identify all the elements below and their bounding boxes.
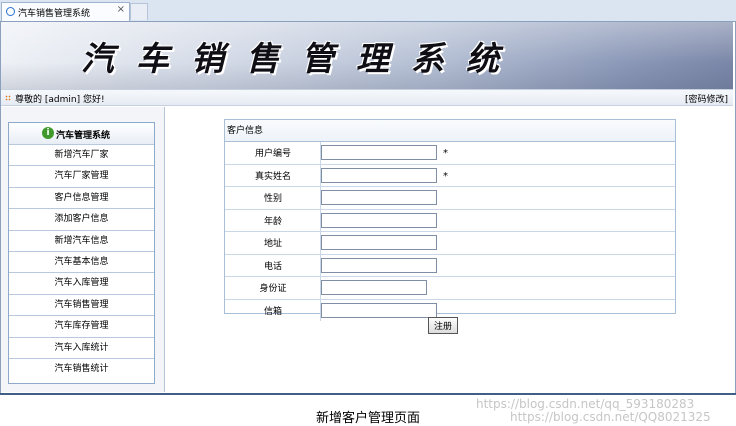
form-row-real-name: 真实姓名 * — [225, 164, 675, 187]
form-title: 客户信息 — [227, 126, 264, 136]
gender-label: 性别 — [263, 194, 282, 204]
age-input[interactable] — [321, 212, 437, 228]
form-row-user-id: 用户编号 * — [225, 142, 675, 165]
required-mark: * — [443, 148, 448, 159]
gender-input[interactable] — [321, 190, 437, 205]
form-row-age: 年龄 — [225, 209, 675, 232]
email-label: 信箱 — [263, 306, 282, 317]
bottom-border — [0, 393, 736, 395]
sidebar-title: 汽车管理系统 — [56, 131, 111, 141]
sidebar-header: i 汽车管理系统 — [9, 123, 154, 145]
form-row-gender: 性别 — [225, 187, 675, 210]
sidebar-item-add-car[interactable]: 新增汽车信息 — [9, 231, 154, 252]
required-mark: * — [443, 170, 448, 182]
address-label: 地址 — [263, 239, 282, 249]
info-icon: i — [42, 127, 54, 139]
header-banner: 汽车销售管理系统 — [1, 22, 733, 89]
banner-title: 汽车销售管理系统 — [81, 39, 521, 78]
phone-label: 电话 — [263, 261, 282, 272]
sidebar-item-car-info[interactable]: 汽车基本信息 — [9, 252, 154, 274]
user-id-label: 用户编号 — [254, 149, 291, 159]
greeting-bar: 尊敬的 [admin] 您好! [密码修改] — [1, 89, 733, 106]
form-row-address: 地址 — [225, 232, 675, 255]
form-row-id-card: 身份证 — [225, 277, 675, 300]
email-input[interactable] — [321, 302, 437, 318]
browser-tab[interactable]: 汽车销售管理系统 × — [1, 2, 130, 21]
browser-tab-bar: 汽车销售管理系统 × — [0, 0, 736, 22]
dots-icon — [5, 95, 11, 101]
form-header: 客户信息 — [225, 120, 675, 142]
browser-tab-title: 汽车销售管理系统 — [18, 9, 91, 19]
sidebar-item-add-customer[interactable]: 添加客户信息 — [9, 209, 154, 231]
id-card-label: 身份证 — [259, 284, 287, 294]
sidebar-item-stock-in[interactable]: 汽车入库管理 — [9, 273, 154, 295]
form-row-phone: 电话 — [225, 254, 675, 277]
greeting-text: 尊敬的 [admin] 您好! — [15, 95, 105, 105]
sidebar-item-customer-management[interactable]: 客户信息管理 — [9, 188, 154, 210]
sidebar-item-sales-stats[interactable]: 汽车销售统计 — [9, 359, 154, 380]
close-icon[interactable]: × — [117, 4, 125, 15]
change-password-link[interactable]: [密码修改] — [685, 92, 728, 105]
address-input[interactable] — [321, 235, 437, 250]
left-panel-divider — [164, 107, 165, 392]
customer-form: 客户信息 用户编号 * 真实姓名 * 性别 年龄 地址 电话 身份证 信箱 — [224, 119, 676, 321]
sidebar-item-manufacturer-management[interactable]: 汽车厂家管理 — [9, 166, 154, 188]
user-id-input[interactable] — [321, 145, 437, 160]
id-card-input[interactable] — [321, 280, 427, 295]
browser-logo-icon — [6, 7, 15, 16]
phone-input[interactable] — [321, 257, 437, 273]
sidebar-menu: i 汽车管理系统 新增汽车厂家 汽车厂家管理 客户信息管理 添加客户信息 新增汽… — [8, 122, 155, 384]
register-button[interactable]: 注册 — [428, 317, 458, 334]
sidebar-item-stock-in-stats[interactable]: 汽车入库统计 — [9, 338, 154, 359]
figure-caption: 新增客户管理页面 — [315, 411, 420, 426]
sidebar-item-sales[interactable]: 汽车销售管理 — [9, 295, 154, 317]
sidebar-item-add-manufacturer[interactable]: 新增汽车厂家 — [9, 145, 154, 167]
age-label: 年龄 — [263, 216, 282, 227]
real-name-input[interactable] — [321, 167, 437, 183]
real-name-label: 真实姓名 — [254, 171, 291, 182]
sidebar-item-inventory[interactable]: 汽车库存管理 — [9, 316, 154, 338]
new-tab-button[interactable] — [130, 3, 148, 20]
